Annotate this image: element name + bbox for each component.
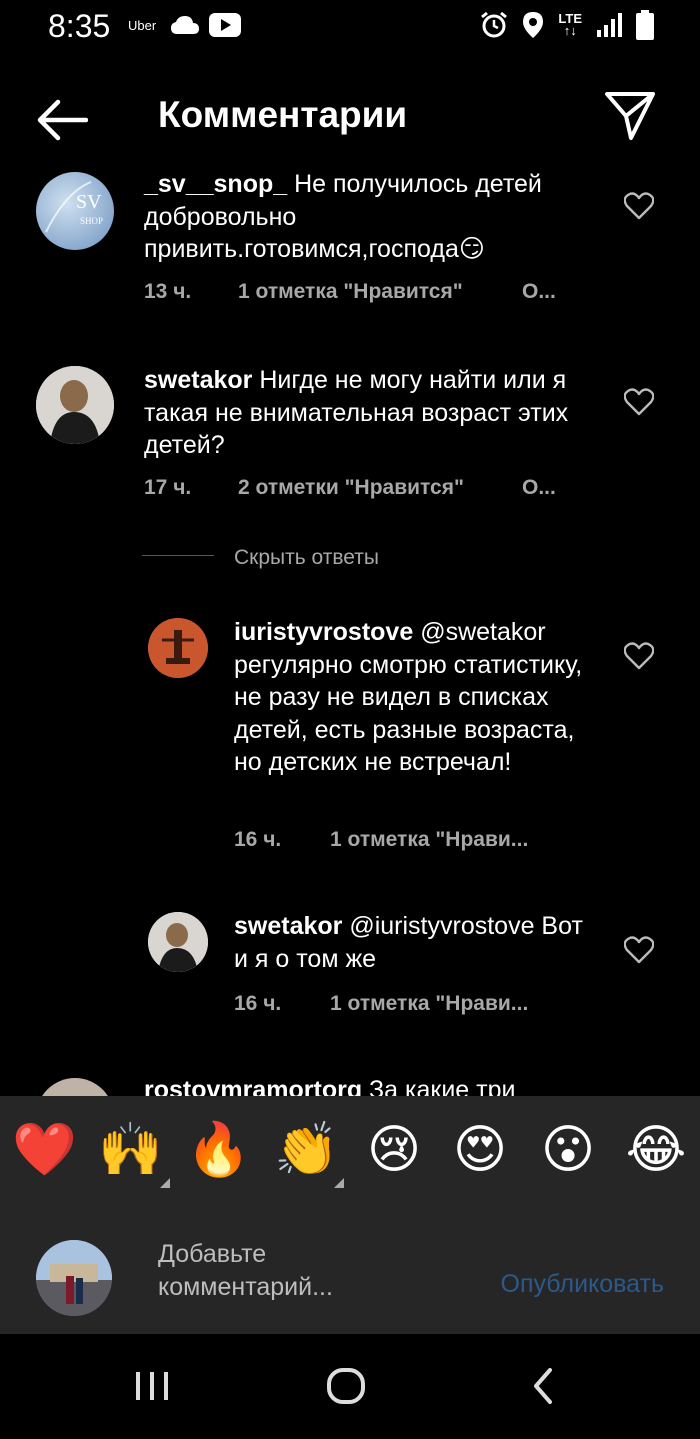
comment-input[interactable]: Добавьте комментарий... [158, 1238, 438, 1303]
comment-body: За какие три [362, 1076, 516, 1096]
system-nav-bar [0, 1334, 700, 1439]
comment-text: rostovmramortorg За какие три [144, 1074, 604, 1096]
reply-likes[interactable]: 1 отметка "Нрави... [330, 992, 528, 1016]
skin-tone-indicator [334, 1178, 344, 1188]
back-icon[interactable] [524, 1366, 564, 1406]
fire-emoji-button[interactable]: 🔥 [186, 1118, 251, 1182]
avatar-photo [36, 1240, 112, 1316]
comment-username[interactable]: rostovmramortorg [144, 1076, 362, 1096]
clap-emoji-button[interactable]: 👏 [274, 1118, 339, 1182]
reply-time: 16 ч. [234, 992, 282, 1015]
reply-text: swetakor @iuristyvrostove Вот и я о том … [234, 910, 594, 975]
recent-apps-icon[interactable] [132, 1366, 172, 1406]
reply-item: swetakor @iuristyvrostove Вот и я о том … [0, 0, 700, 1030]
comment-item: rostovmramortorg За какие три [0, 1070, 700, 1096]
laughing-emoji-button[interactable]: 😂 [624, 1118, 688, 1182]
own-avatar [36, 1240, 112, 1316]
crying-emoji-button[interactable]: 😢 [362, 1118, 426, 1182]
avatar[interactable] [148, 912, 208, 972]
reaction-bar: ❤️ 🙌 🔥 👏 😢 😍 😮 😂 [0, 1096, 700, 1212]
heart-emoji-button[interactable]: ❤️ [12, 1118, 77, 1182]
reply-meta: 16 ч. 1 отметка "Нрави... [234, 992, 594, 1018]
comment-input-bar: Добавьте комментарий... Опубликовать [0, 1212, 700, 1334]
surprised-emoji-button[interactable]: 😮 [536, 1118, 600, 1182]
avatar[interactable] [36, 1078, 114, 1096]
raised-hands-emoji-button[interactable]: 🙌 [98, 1118, 163, 1182]
home-icon[interactable] [326, 1366, 366, 1406]
publish-button[interactable]: Опубликовать [501, 1270, 664, 1299]
reply-username[interactable]: swetakor [234, 912, 342, 940]
avatar-photo [148, 912, 208, 972]
skin-tone-indicator [160, 1178, 170, 1188]
heart-eyes-emoji-button[interactable]: 😍 [448, 1118, 512, 1182]
heart-icon[interactable] [624, 936, 654, 964]
